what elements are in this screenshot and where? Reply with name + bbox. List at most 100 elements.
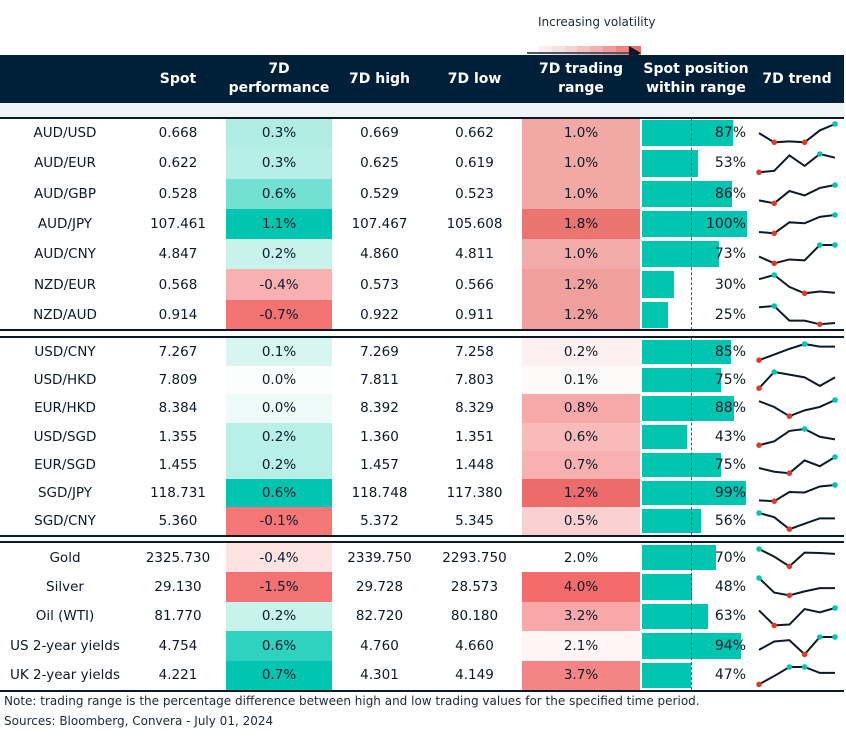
footnote: Note: trading range is the percentage di… [4, 694, 700, 708]
high-value: 4.860 [360, 246, 399, 263]
sparkline [758, 634, 838, 658]
high-value: 1.457 [360, 456, 399, 473]
sparkline [758, 604, 838, 628]
position-cell: 47% [642, 661, 750, 690]
low-value: 1.351 [455, 428, 494, 445]
spot-value: 0.568 [158, 276, 198, 293]
pair-label: AUD/CNY [34, 246, 96, 263]
max-marker [832, 482, 838, 488]
max-marker [832, 212, 838, 218]
pair-label: SGD/CNY [34, 513, 96, 530]
trend-line [758, 455, 836, 474]
range-value: 1.0% [522, 148, 640, 179]
position-bar [642, 241, 719, 268]
high-value: 7.269 [360, 344, 399, 361]
sparkline [756, 341, 835, 363]
table-row: Silver 29.130 -1.5% 29.728 28.573 4.0% 48% [0, 572, 844, 602]
low-value: 7.803 [455, 372, 494, 389]
position-bar [642, 368, 721, 393]
divider [0, 690, 844, 692]
sparkline [756, 546, 836, 570]
spot-value: 4.754 [158, 637, 198, 654]
performance-value: 0.3% [226, 118, 332, 149]
performance-value: -0.4% [226, 269, 332, 300]
min-marker [801, 651, 808, 658]
spot-value: 4.221 [158, 667, 198, 684]
max-marker [801, 341, 808, 347]
trend-cell [752, 451, 842, 479]
table-row: NZD/EUR 0.568 -0.4% 0.573 0.566 1.2% 30% [0, 269, 844, 300]
sparkline [758, 482, 838, 504]
position-bar [642, 603, 709, 630]
position-cell: 99% [642, 479, 750, 507]
trend-cell [752, 300, 842, 330]
pair-label: USD/HKD [33, 372, 97, 389]
performance-value: 1.1% [226, 208, 332, 240]
table-group: USD/CNY 7.267 0.1% 7.269 7.258 0.2% 85% USD/HKD… [0, 338, 844, 536]
sparkline [758, 242, 838, 267]
position-bar [642, 301, 669, 329]
trend-line [758, 153, 836, 174]
trend-line [758, 548, 836, 568]
sparkline [756, 510, 835, 533]
max-marker [771, 272, 777, 279]
position-cell: 87% [642, 118, 750, 148]
spot-value: 4.847 [158, 246, 198, 263]
position-cell: 25% [642, 300, 750, 330]
max-marker [801, 425, 808, 432]
high-value: 118.748 [351, 485, 408, 502]
header-low: 7D low [447, 70, 502, 87]
position-cell: 73% [642, 239, 750, 269]
range-value: 1.2% [522, 299, 640, 331]
table-row: SGD/CNY 5.360 -0.1% 5.372 5.345 0.5% 56% [0, 507, 844, 536]
midpoint-line [691, 338, 692, 536]
high-value: 0.573 [360, 276, 399, 293]
divider [0, 117, 844, 119]
position-cell: 48% [642, 572, 750, 601]
trend-line [758, 427, 836, 446]
position-label: 88% [714, 400, 746, 417]
table-row: EUR/SGD 1.455 0.2% 1.457 1.448 0.7% 75% [0, 450, 844, 479]
sparkline [756, 663, 835, 687]
range-value: 0.5% [522, 507, 640, 536]
pair-label: AUD/USD [33, 125, 97, 142]
low-value: 8.329 [455, 400, 494, 417]
position-label: 56% [714, 513, 746, 530]
min-marker [756, 169, 762, 176]
range-value: 0.1% [522, 366, 640, 395]
range-value: 2.1% [522, 631, 640, 661]
sources: Sources: Bloomberg, Convera - July 01, 2… [4, 714, 274, 728]
performance-value: 0.2% [226, 450, 332, 479]
table-row: UK 2-year yields 4.221 0.7% 4.301 4.149 3.7% 4… [0, 660, 844, 690]
pair-label: UK 2-year yields [9, 667, 121, 684]
range-value: 2.0% [522, 543, 640, 573]
table-group: Gold 2325.730 -0.4% 2339.750 2293.750 2.0% 70%… [0, 543, 844, 690]
position-cell: 75% [642, 366, 750, 394]
position-label: 70% [714, 549, 746, 566]
max-marker [756, 510, 762, 516]
spot-value: 81.770 [154, 608, 202, 625]
position-label: 75% [714, 372, 746, 389]
trend-cell [752, 338, 842, 366]
sparkline [756, 151, 836, 176]
performance-value: 0.2% [226, 239, 332, 270]
low-value: 0.566 [455, 276, 494, 293]
high-value: 2339.750 [347, 549, 412, 566]
sparkline [758, 121, 838, 146]
range-value: 1.8% [522, 208, 640, 240]
low-value: 80.180 [450, 608, 499, 625]
high-value: 0.669 [360, 125, 399, 142]
low-value: 1.448 [455, 456, 494, 473]
min-marker [801, 290, 808, 297]
trend-line [758, 213, 836, 235]
max-marker [832, 397, 838, 404]
table-group: AUD/USD 0.668 0.3% 0.669 0.662 1.0% 87% AUD/EUR… [0, 118, 844, 331]
header-range: 7D trading range [538, 61, 624, 96]
position-label: 30% [714, 276, 746, 293]
max-marker [817, 242, 823, 248]
max-marker [832, 604, 838, 611]
position-bar [642, 574, 693, 600]
table-header: Spot 7D performance 7D high 7D low 7D tr… [0, 55, 844, 103]
pair-label: EUR/SGD [34, 456, 96, 473]
trend-cell [752, 179, 842, 209]
